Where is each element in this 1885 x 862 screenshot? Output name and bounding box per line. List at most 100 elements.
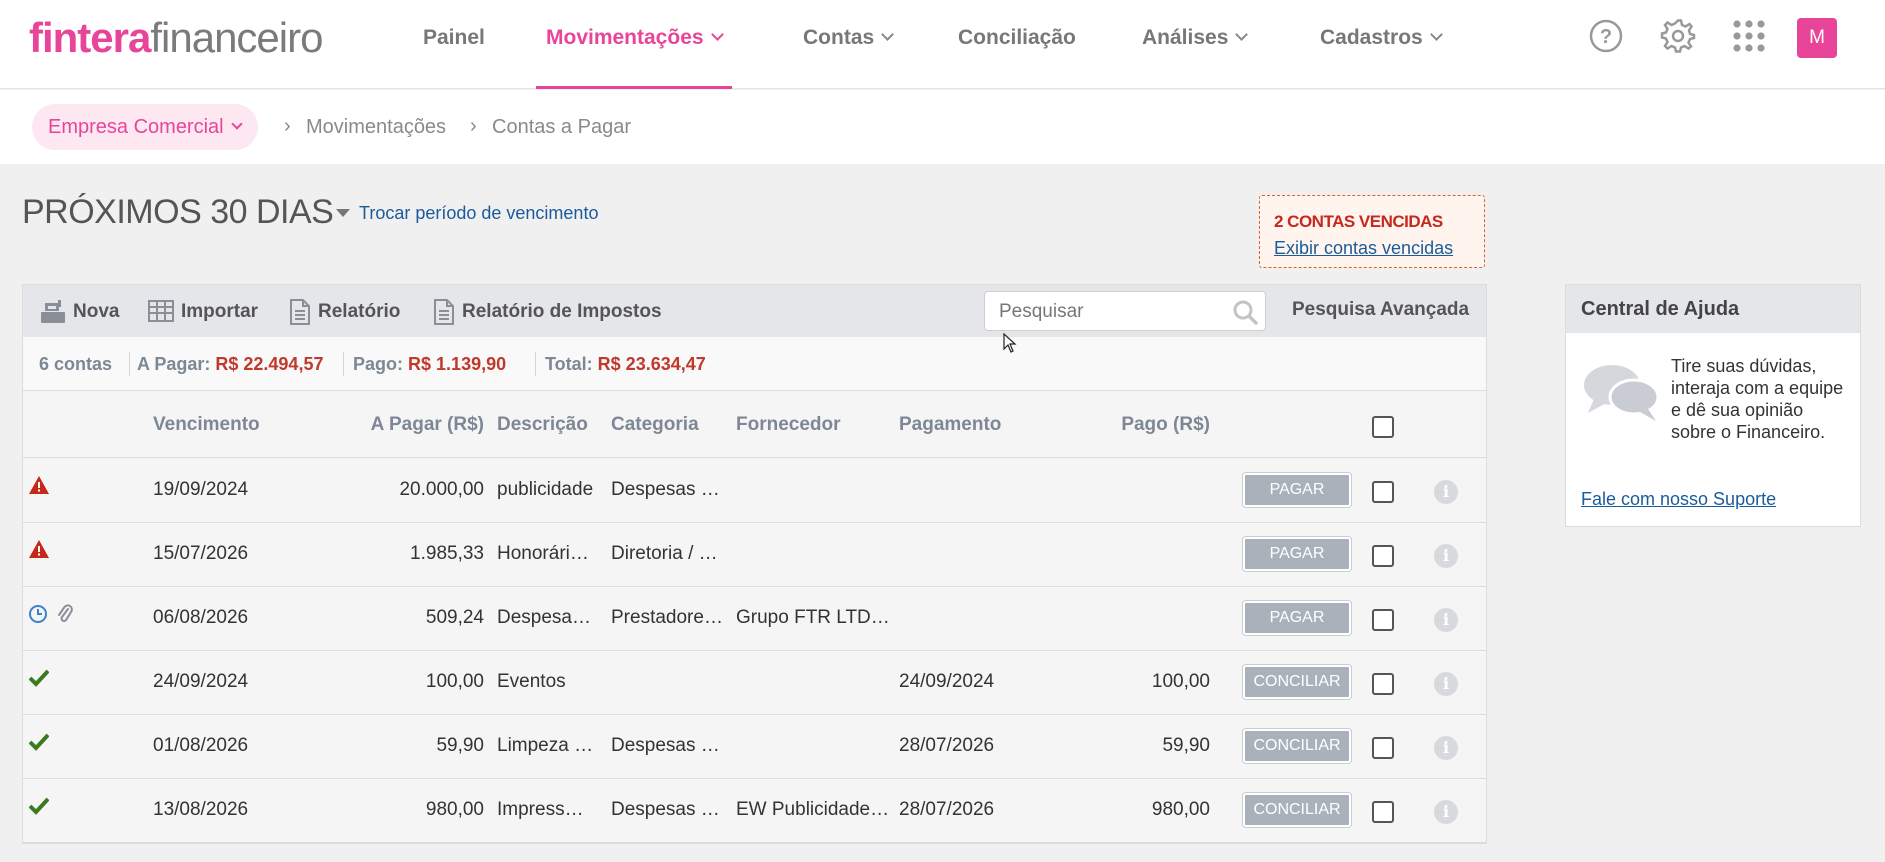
summary-total: Total: R$ 23.634,47 bbox=[545, 354, 706, 374]
col-categoria[interactable]: Categoria bbox=[611, 414, 699, 436]
table-row[interactable]: 24/09/2024 100,00 Eventos 24/09/2024 100… bbox=[23, 651, 1486, 715]
row-checkbox[interactable] bbox=[1372, 481, 1394, 503]
change-period-link[interactable]: Trocar período de vencimento bbox=[359, 203, 598, 224]
cell-fornecedor: EW Publicidade… bbox=[736, 799, 890, 820]
page-title: PRÓXIMOS 30 DIAS bbox=[22, 193, 334, 231]
col-descricao[interactable]: Descrição bbox=[497, 414, 588, 436]
table-icon bbox=[148, 300, 174, 322]
table-row[interactable]: 19/09/2024 20.000,00 publicidade Despesa… bbox=[23, 459, 1486, 523]
chevron-down-icon bbox=[230, 118, 243, 130]
import-button[interactable]: Importar bbox=[148, 299, 263, 325]
pay-button[interactable]: PAGAR bbox=[1243, 601, 1351, 635]
toolbar: Nova Importar Relatório Relatório de Imp… bbox=[23, 285, 1486, 337]
reconcile-button[interactable]: CONCILIAR bbox=[1243, 793, 1351, 827]
search-icon[interactable] bbox=[1231, 298, 1259, 326]
cell-categoria: Despesas … bbox=[611, 799, 720, 820]
cell-vencimento: 13/08/2026 bbox=[153, 799, 249, 820]
search-box bbox=[984, 291, 1266, 331]
report-button[interactable]: Relatório bbox=[289, 299, 401, 325]
cell-pago: 980,00 bbox=[1151, 799, 1210, 820]
advanced-search-link[interactable]: Pesquisa Avançada bbox=[1292, 299, 1469, 321]
nav-conciliacao[interactable]: Conciliação bbox=[958, 0, 1076, 89]
cash-register-icon bbox=[41, 300, 65, 323]
bills-count: 6 contas bbox=[39, 354, 113, 374]
tax-report-button[interactable]: Relatório de Impostos bbox=[433, 299, 663, 325]
cell-a-pagar: 100,00 bbox=[425, 671, 484, 692]
info-icon[interactable]: i bbox=[1434, 480, 1458, 504]
new-button[interactable]: Nova bbox=[39, 299, 124, 325]
info-icon[interactable]: i bbox=[1434, 544, 1458, 568]
summary-a-pagar: A Pagar: R$ 22.494,57 bbox=[137, 354, 324, 374]
caret-down-icon[interactable] bbox=[336, 209, 350, 217]
row-checkbox[interactable] bbox=[1372, 545, 1394, 567]
cell-categoria: Prestadore… bbox=[611, 607, 723, 628]
help-icon[interactable]: ? bbox=[1588, 18, 1624, 54]
info-icon[interactable]: i bbox=[1434, 608, 1458, 632]
cell-pagamento: 24/09/2024 bbox=[899, 671, 995, 692]
pay-button[interactable]: PAGAR bbox=[1243, 473, 1351, 507]
breadcrumb-item-movimentacoes[interactable]: Movimentações bbox=[306, 116, 446, 139]
nav-cadastros[interactable]: Cadastros bbox=[1320, 0, 1443, 89]
cell-vencimento: 24/09/2024 bbox=[153, 671, 249, 692]
reconcile-button[interactable]: CONCILIAR bbox=[1243, 665, 1351, 699]
col-fornecedor[interactable]: Fornecedor bbox=[736, 414, 841, 436]
check-icon bbox=[29, 733, 49, 751]
top-navbar: finterafinanceiro Painel Movimentações C… bbox=[0, 0, 1885, 89]
info-icon[interactable]: i bbox=[1434, 736, 1458, 760]
support-link[interactable]: Fale com nosso Suporte bbox=[1581, 489, 1776, 510]
cell-categoria: Diretoria / … bbox=[611, 543, 718, 564]
help-center-title: Central de Ajuda bbox=[1566, 285, 1860, 333]
cell-a-pagar: 509,24 bbox=[425, 607, 484, 628]
cell-fornecedor: Grupo FTR LTD… bbox=[736, 607, 890, 628]
info-icon[interactable]: i bbox=[1434, 672, 1458, 696]
cell-descricao: Limpeza … bbox=[497, 735, 594, 756]
col-pago[interactable]: Pago (R$) bbox=[1103, 414, 1210, 436]
avatar[interactable]: M bbox=[1797, 18, 1837, 58]
cell-vencimento: 19/09/2024 bbox=[153, 479, 249, 500]
nav-painel[interactable]: Painel bbox=[423, 0, 485, 89]
divider bbox=[129, 352, 130, 376]
cell-descricao: Despesa… bbox=[497, 607, 591, 628]
table-row[interactable]: 06/08/2026 509,24 Despesa… Prestadore… G… bbox=[23, 587, 1486, 651]
nav-contas[interactable]: Contas bbox=[803, 0, 895, 89]
help-center-text: Tire suas dúvidas, interaja com a equipe… bbox=[1671, 356, 1844, 442]
col-pagamento[interactable]: Pagamento bbox=[899, 414, 1001, 436]
overdue-count: 2 CONTAS VENCIDAS bbox=[1274, 212, 1443, 231]
col-a-pagar[interactable]: A Pagar (R$) bbox=[353, 414, 484, 436]
col-vencimento[interactable]: Vencimento bbox=[153, 414, 260, 436]
chevron-down-icon bbox=[1429, 28, 1443, 41]
table-row[interactable]: 13/08/2026 980,00 Impress… Despesas … EW… bbox=[23, 779, 1486, 843]
cell-descricao: Honorári… bbox=[497, 543, 589, 564]
gear-icon[interactable] bbox=[1660, 18, 1696, 54]
check-icon bbox=[29, 669, 49, 687]
nav-movimentacoes[interactable]: Movimentações bbox=[536, 0, 732, 89]
table-row[interactable]: 01/08/2026 59,90 Limpeza … Despesas … 28… bbox=[23, 715, 1486, 779]
pay-button[interactable]: PAGAR bbox=[1243, 537, 1351, 571]
company-selector[interactable]: Empresa Comercial bbox=[32, 104, 258, 150]
search-input[interactable] bbox=[999, 300, 1219, 324]
cell-pagamento: 28/07/2026 bbox=[899, 735, 995, 756]
select-all-checkbox[interactable] bbox=[1372, 416, 1394, 438]
svg-text:?: ? bbox=[1600, 26, 1612, 48]
row-checkbox[interactable] bbox=[1372, 673, 1394, 695]
mouse-cursor-icon bbox=[1003, 333, 1017, 353]
reconcile-button[interactable]: CONCILIAR bbox=[1243, 729, 1351, 763]
cell-descricao: publicidade bbox=[497, 479, 594, 500]
brand-logo[interactable]: finterafinanceiro bbox=[29, 14, 323, 62]
cell-categoria: Despesas … bbox=[611, 735, 720, 756]
cell-descricao: Impress… bbox=[497, 799, 584, 820]
table-header: Vencimento A Pagar (R$) Descrição Catego… bbox=[23, 392, 1486, 458]
row-checkbox[interactable] bbox=[1372, 737, 1394, 759]
table-row[interactable]: 15/07/2026 1.985,33 Honorári… Diretoria … bbox=[23, 523, 1486, 587]
show-overdue-link[interactable]: Exibir contas vencidas bbox=[1274, 238, 1453, 259]
help-center-panel: Central de Ajuda Tire suas dúvidas, inte… bbox=[1565, 284, 1861, 527]
apps-grid-icon[interactable] bbox=[1731, 18, 1767, 54]
info-icon[interactable]: i bbox=[1434, 800, 1458, 824]
cell-a-pagar: 59,90 bbox=[436, 735, 484, 756]
document-icon bbox=[434, 299, 454, 325]
row-checkbox[interactable] bbox=[1372, 801, 1394, 823]
cell-descricao: Eventos bbox=[497, 671, 566, 692]
row-checkbox[interactable] bbox=[1372, 609, 1394, 631]
paperclip-icon[interactable] bbox=[56, 603, 74, 625]
nav-analises[interactable]: Análises bbox=[1142, 0, 1249, 89]
